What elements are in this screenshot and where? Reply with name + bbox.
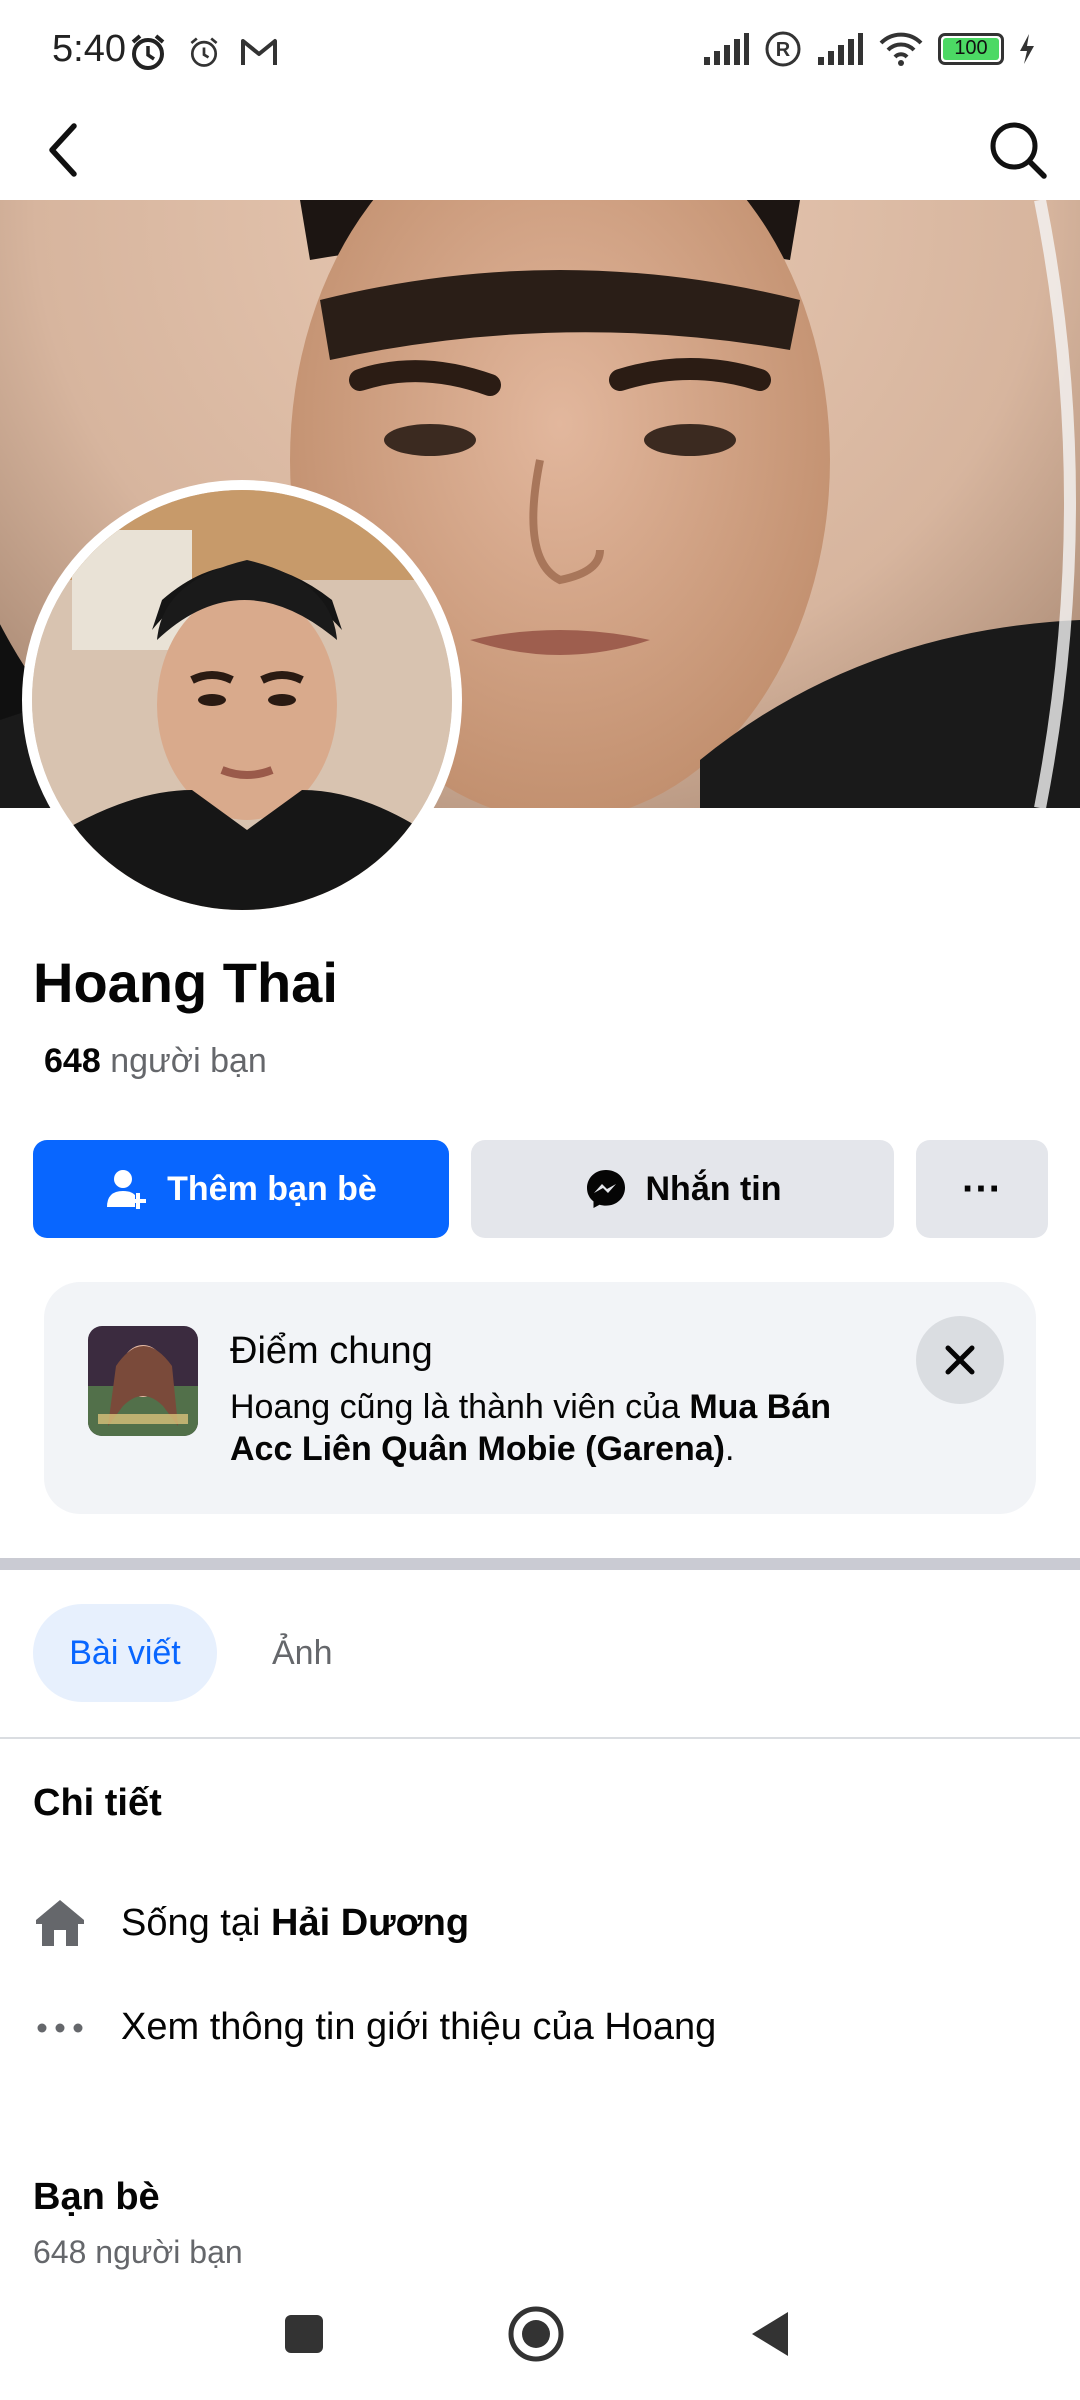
back-button[interactable] xyxy=(32,112,102,188)
mutual-info-card[interactable]: Điểm chung Hoang cũng là thành viên của … xyxy=(44,1282,1036,1514)
more-options-icon: ··· xyxy=(962,1166,1002,1211)
avatar xyxy=(32,490,452,910)
battery-icon: 100 xyxy=(938,33,1004,65)
top-nav xyxy=(0,100,1080,200)
search-icon xyxy=(990,122,1047,179)
status-time: 5:40 xyxy=(52,28,126,70)
home-button[interactable] xyxy=(506,2304,566,2369)
system-nav-bar xyxy=(0,2290,1080,2400)
charging-icon xyxy=(1020,34,1034,64)
search-button[interactable] xyxy=(980,112,1056,188)
wifi-icon xyxy=(879,32,923,66)
tab-photos[interactable]: Ảnh xyxy=(272,1604,333,1702)
more-options-button[interactable]: ··· xyxy=(916,1140,1048,1238)
mutual-title: Điểm chung xyxy=(230,1330,433,1372)
mutual-description: Hoang cũng là thành viên của Mua Bán Acc… xyxy=(230,1388,832,1468)
friends-section-count: 648 người bạn xyxy=(33,2234,243,2270)
section-divider xyxy=(0,1558,1080,1570)
status-bar: 5:40 R 100 xyxy=(0,0,1080,100)
alarm-clock-icon xyxy=(131,34,165,70)
circle-home-icon xyxy=(508,2306,564,2362)
signal-icon xyxy=(704,33,749,65)
alarm-icon xyxy=(190,37,218,67)
friends-count-line[interactable]: 648 người bạn xyxy=(44,1042,267,1081)
messenger-icon xyxy=(586,1170,625,1208)
svg-text:R: R xyxy=(776,39,791,61)
message-button[interactable]: Nhắn tin xyxy=(471,1140,894,1238)
message-label: Nhắn tin xyxy=(645,1169,782,1208)
friends-count: 648 xyxy=(44,1042,101,1080)
gmail-icon xyxy=(241,39,277,65)
profile-name: Hoang Thai xyxy=(33,951,338,1014)
lives-in-text: Sống tại Hải Dương xyxy=(121,1901,470,1944)
tab-posts[interactable]: Bài viết xyxy=(33,1604,217,1702)
friends-section-title: Bạn bè xyxy=(33,2176,160,2218)
signal-icon xyxy=(818,33,863,65)
chevron-left-icon xyxy=(49,123,77,177)
lives-in-row[interactable]: Sống tại Hải Dương xyxy=(33,1896,469,1950)
home-icon xyxy=(36,1900,84,1946)
battery-level: 100 xyxy=(954,37,988,59)
close-button[interactable] xyxy=(916,1316,1004,1404)
add-friend-icon xyxy=(107,1170,147,1209)
add-friend-label: Thêm bạn bè xyxy=(167,1169,377,1208)
roaming-icon: R xyxy=(765,31,801,67)
square-icon xyxy=(285,2315,323,2353)
friends-suffix: người bạn xyxy=(110,1042,267,1080)
profile-picture[interactable] xyxy=(22,480,462,920)
recent-apps-button[interactable] xyxy=(282,2312,326,2361)
close-icon xyxy=(945,1345,975,1375)
see-about-row[interactable]: Xem thông tin giới thiệu của Hoang xyxy=(33,2006,716,2049)
triangle-back-icon xyxy=(752,2312,788,2356)
back-nav-button[interactable] xyxy=(748,2310,792,2363)
details-title: Chi tiết xyxy=(33,1782,162,1824)
add-friend-button[interactable]: Thêm bạn bè xyxy=(33,1140,449,1238)
tabs-divider xyxy=(0,1737,1080,1739)
see-about-text: Xem thông tin giới thiệu của Hoang xyxy=(121,2006,717,2048)
more-dots-icon xyxy=(37,2023,83,2032)
group-thumbnail xyxy=(88,1326,198,1436)
